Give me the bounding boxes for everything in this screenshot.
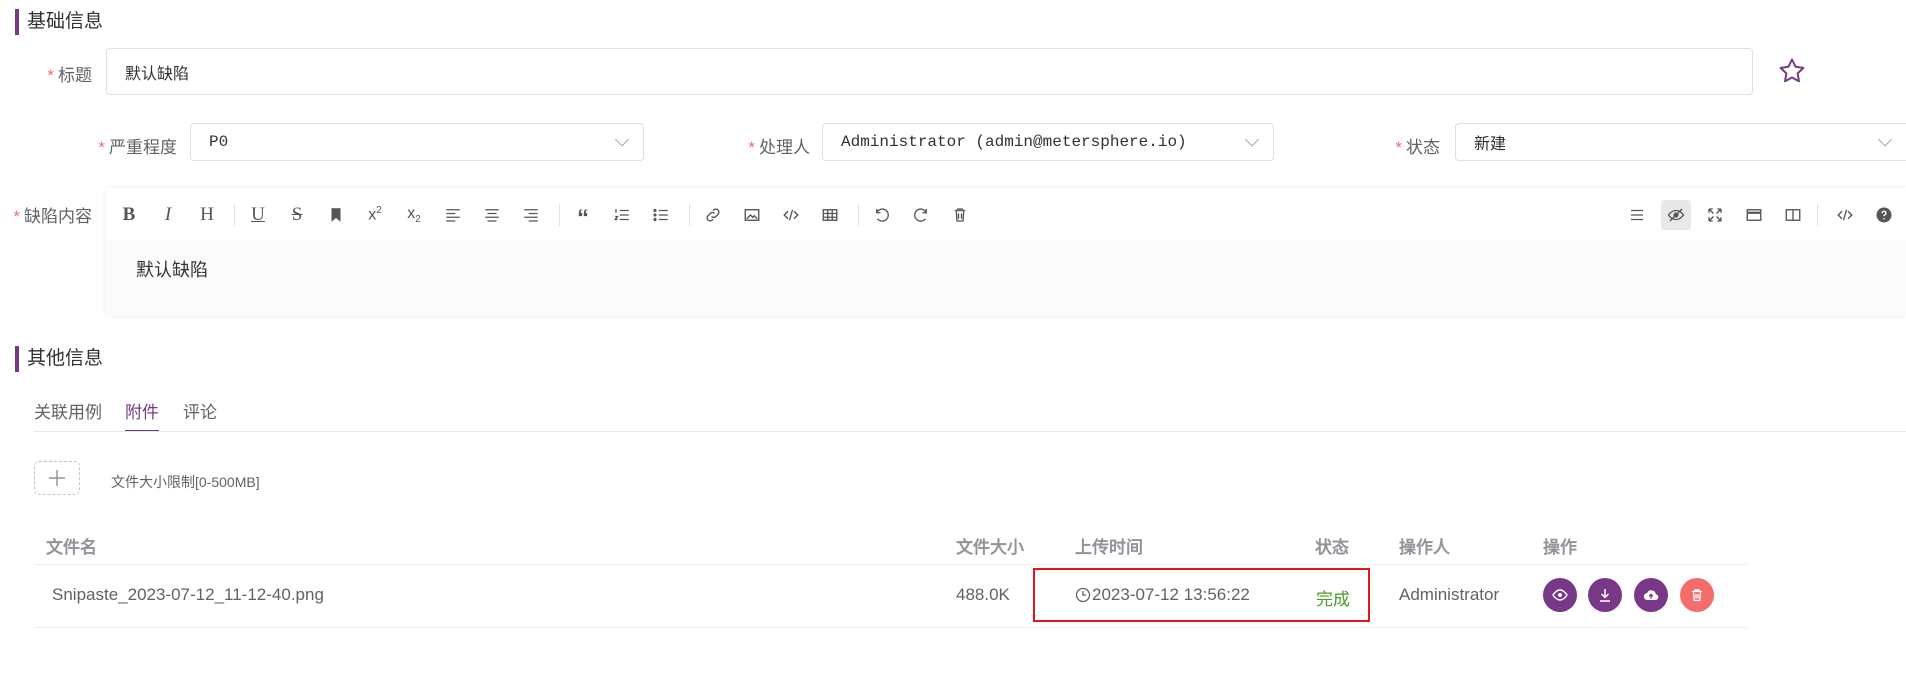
upload-size-hint: 文件大小限制[0-500MB]: [111, 474, 260, 490]
column-header-actions: 操作: [1543, 538, 1577, 557]
unordered-list-icon[interactable]: [646, 200, 676, 230]
subscript-icon[interactable]: x2: [399, 200, 429, 230]
image-icon[interactable]: [737, 200, 767, 230]
table-row-divider: [34, 627, 1747, 628]
chevron-down-icon: [1244, 132, 1260, 147]
markdown-editor[interactable]: B I H U S x2 x2 “ 默认缺陷: [106, 188, 1906, 316]
undo-icon[interactable]: [867, 200, 897, 230]
tab-attachments[interactable]: 附件: [125, 398, 159, 423]
trash-icon[interactable]: [945, 200, 975, 230]
toolbar-divider: [559, 204, 560, 226]
download-button[interactable]: [1588, 578, 1622, 612]
tabs-divider: [34, 431, 1906, 432]
tab-related-cases[interactable]: 关联用例: [34, 398, 102, 423]
subfield-icon[interactable]: [1739, 200, 1769, 230]
strikethrough-icon[interactable]: S: [282, 200, 312, 230]
operator-cell: Administrator: [1399, 585, 1500, 604]
column-header-upload-time: 上传时间: [1075, 538, 1143, 557]
download-icon: [1600, 589, 1610, 602]
column-header-operator: 操作人: [1399, 538, 1450, 557]
toolbar-divider: [234, 204, 235, 226]
severity-label: * 严重程度: [98, 138, 177, 157]
status-select[interactable]: 新建: [1455, 123, 1906, 161]
align-left-icon[interactable]: [438, 200, 468, 230]
preview-button[interactable]: [1543, 578, 1577, 612]
severity-select[interactable]: P0: [190, 123, 644, 161]
column-header-status: 状态: [1315, 538, 1349, 557]
status-label: * 状态: [1395, 138, 1440, 157]
table-header-divider: [34, 564, 1747, 565]
section-title-other: 其他信息: [15, 346, 103, 372]
column-header-size: 文件大小: [956, 538, 1024, 557]
assignee-select[interactable]: Administrator (admin@metersphere.io): [822, 123, 1274, 161]
upload-button[interactable]: [34, 461, 80, 495]
split-icon[interactable]: [1778, 200, 1808, 230]
cloud-upload-icon: [1643, 590, 1659, 601]
upload-time-cell: 2023-07-12 13:56:22: [1075, 585, 1250, 605]
bookmark-icon[interactable]: [321, 200, 351, 230]
clock-icon: [1075, 587, 1091, 603]
section-title-basic: 基础信息: [15, 9, 103, 35]
align-center-icon[interactable]: [477, 200, 507, 230]
title-label: * 标题: [47, 66, 92, 85]
italic-icon[interactable]: I: [153, 200, 183, 230]
trash-icon: [1692, 589, 1702, 602]
toolbar-divider: [689, 204, 690, 226]
help-icon[interactable]: [1869, 200, 1899, 230]
align-right-icon[interactable]: [516, 200, 546, 230]
plus-icon: [49, 470, 65, 486]
chevron-down-icon: [614, 132, 630, 147]
content-label: * 缺陷内容: [13, 207, 92, 226]
chevron-down-icon: [1877, 132, 1893, 147]
status-cell: 完成: [1316, 590, 1350, 609]
superscript-icon[interactable]: x2: [360, 200, 390, 230]
assignee-label: * 处理人: [748, 138, 810, 157]
file-size-cell: 488.0K: [956, 585, 1010, 604]
column-header-name: 文件名: [46, 538, 97, 557]
tab-comments[interactable]: 评论: [183, 398, 217, 423]
star-icon[interactable]: [1777, 56, 1807, 86]
eye-icon: [1552, 589, 1568, 601]
underline-icon[interactable]: U: [243, 200, 273, 230]
editor-content[interactable]: 默认缺陷: [136, 256, 208, 282]
fullscreen-icon[interactable]: [1700, 200, 1730, 230]
upload-cloud-button[interactable]: [1634, 578, 1668, 612]
preview-icon[interactable]: [1661, 200, 1691, 230]
header-icon[interactable]: H: [192, 200, 222, 230]
redo-icon[interactable]: [906, 200, 936, 230]
ordered-list-icon[interactable]: [607, 200, 637, 230]
bold-icon[interactable]: B: [114, 200, 144, 230]
toolbar-divider: [1817, 204, 1818, 226]
quote-icon[interactable]: “: [568, 200, 598, 231]
toolbar-divider: [858, 204, 859, 226]
link-icon[interactable]: [698, 200, 728, 230]
editor-toolbar: B I H U S x2 x2 “: [106, 188, 1906, 240]
navigation-icon[interactable]: [1622, 200, 1652, 230]
delete-button[interactable]: [1680, 578, 1714, 612]
code-icon[interactable]: [776, 200, 806, 230]
title-input[interactable]: 默认缺陷: [106, 48, 1753, 95]
html-code-icon[interactable]: [1830, 200, 1860, 230]
table-icon[interactable]: [815, 200, 845, 230]
file-name-cell: Snipaste_2023-07-12_11-12-40.png: [52, 585, 324, 604]
